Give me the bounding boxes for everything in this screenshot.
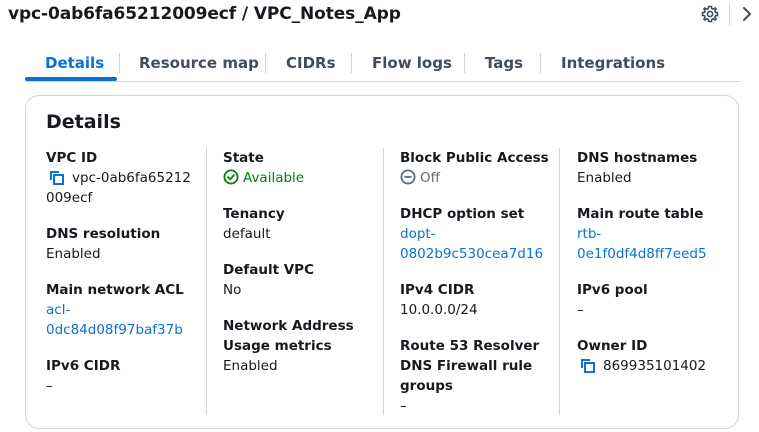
copy-icon[interactable] [579,357,597,375]
field-label: Tenancy [223,206,285,222]
field-main-route-table: Main route table rtb- 0e1f0df4d8ff7eed5 [577,204,737,264]
field-ipv4-cidr: IPv4 CIDR 10.0.0.0/24 [400,280,560,320]
field-label: Main network ACL [46,282,184,298]
field-value: Enabled [577,170,632,186]
status-indicator: Available [223,168,383,191]
field-label: Default VPC [223,262,314,278]
field-value: default [223,226,271,242]
field-ipv6-pool: IPv6 pool – [577,280,737,320]
off-circle-icon [400,169,416,191]
field-main-network-acl: Main network ACL acl- 0dc84d08f97baf37b [46,280,206,340]
field-dhcp-option-set: DHCP option set dopt- 0802b9c530cea7d16 [400,204,560,264]
field-label: Main route table [577,206,704,222]
tab-separator [265,53,266,73]
field-label: State [223,150,264,166]
tab-separator [540,53,541,73]
field-vpc-id: VPC ID vpc-0ab6fa65212 009ecf [46,148,206,208]
field-block-public-access: Block Public Access Off [400,148,560,191]
column-divider [206,148,207,415]
field-value: – [577,302,584,318]
page-title: vpc-0ab6fa65212009ecf / VPC_Notes_App [8,4,401,24]
link-text-line: rtb- [577,226,602,242]
field-value: – [46,378,53,394]
field-value: Enabled [46,246,101,262]
field-value: No [223,282,242,298]
field-label: IPv6 pool [577,282,648,298]
link-text-line: dopt- [400,226,436,242]
field-value: Enabled [223,358,278,374]
details-card: Details VPC ID vpc-0ab6fa65212 009ecf DN… [25,95,739,429]
field-label: DNS Firewall rule [400,358,533,374]
field-label: IPv4 CIDR [400,282,475,298]
main-network-acl-link[interactable]: acl- 0dc84d08f97baf37b [46,300,206,340]
header-divider [729,3,730,25]
field-label: IPv6 CIDR [46,358,121,374]
field-owner-id: Owner ID 869935101402 [577,336,737,376]
vpc-id-value-line: vpc-0ab6fa65212 [72,170,191,186]
vpc-id-copy-row: vpc-0ab6fa65212 [46,168,206,188]
tab-integrations[interactable]: Integrations [561,54,665,72]
field-dns-hostnames: DNS hostnames Enabled [577,148,737,188]
field-value: 10.0.0.0/24 [400,302,478,318]
field-label: Owner ID [577,338,648,354]
chevron-right-icon[interactable] [737,4,757,24]
tab-resource-map[interactable]: Resource map [139,54,259,72]
field-label: Block Public Access [400,150,549,166]
link-text-line: 0e1f0df4d8ff7eed5 [577,246,707,262]
field-network-address-usage-metrics: Network Address Usage metrics Enabled [223,316,383,376]
field-label: VPC ID [46,150,98,166]
tab-bar: Details Resource map CIDRs Flow logs Tag… [25,44,741,82]
status-indicator: Off [400,168,560,191]
field-label: Network Address [223,318,354,334]
link-text-line: acl- [46,302,71,318]
tab-separator [119,53,120,73]
tab-separator [464,53,465,73]
dhcp-option-set-link[interactable]: dopt- 0802b9c530cea7d16 [400,224,560,264]
active-tab-indicator [25,77,117,81]
field-label: DHCP option set [400,206,525,222]
field-label: DNS resolution [46,226,161,242]
field-value: – [400,398,407,414]
page-header: vpc-0ab6fa65212009ecf / VPC_Notes_App [0,0,759,32]
copy-icon[interactable] [48,169,66,187]
field-label: Usage metrics [223,338,332,354]
check-circle-icon [223,169,239,191]
main-route-table-link[interactable]: rtb- 0e1f0df4d8ff7eed5 [577,224,737,264]
state-value: Available [243,170,305,186]
link-text-line: 0802b9c530cea7d16 [400,246,544,262]
vpc-id-value-line: 009ecf [46,190,93,206]
tab-tags[interactable]: Tags [485,54,523,72]
owner-id-value: 869935101402 [603,358,707,374]
field-dns-resolution: DNS resolution Enabled [46,224,206,264]
field-label: Route 53 Resolver [400,338,540,354]
gear-icon[interactable] [700,4,720,24]
card-title: Details [46,111,121,133]
tab-cidrs[interactable]: CIDRs [286,54,336,72]
owner-id-copy-row: 869935101402 [577,356,737,376]
tab-flow-logs[interactable]: Flow logs [372,54,452,72]
field-tenancy: Tenancy default [223,204,383,244]
column-divider [383,148,384,415]
field-label: groups [400,378,453,394]
tab-separator [351,53,352,73]
field-ipv6-cidr: IPv6 CIDR – [46,356,206,396]
field-state: State Available [223,148,383,191]
field-default-vpc: Default VPC No [223,260,383,300]
field-route53-resolver-dns-firewall: Route 53 Resolver DNS Firewall rule grou… [400,336,560,416]
block-public-access-value: Off [420,170,440,186]
field-label: DNS hostnames [577,150,698,166]
tab-details[interactable]: Details [45,54,104,72]
link-text-line: 0dc84d08f97baf37b [46,322,183,338]
field-value: vpc-0ab6fa65212 [72,168,191,188]
